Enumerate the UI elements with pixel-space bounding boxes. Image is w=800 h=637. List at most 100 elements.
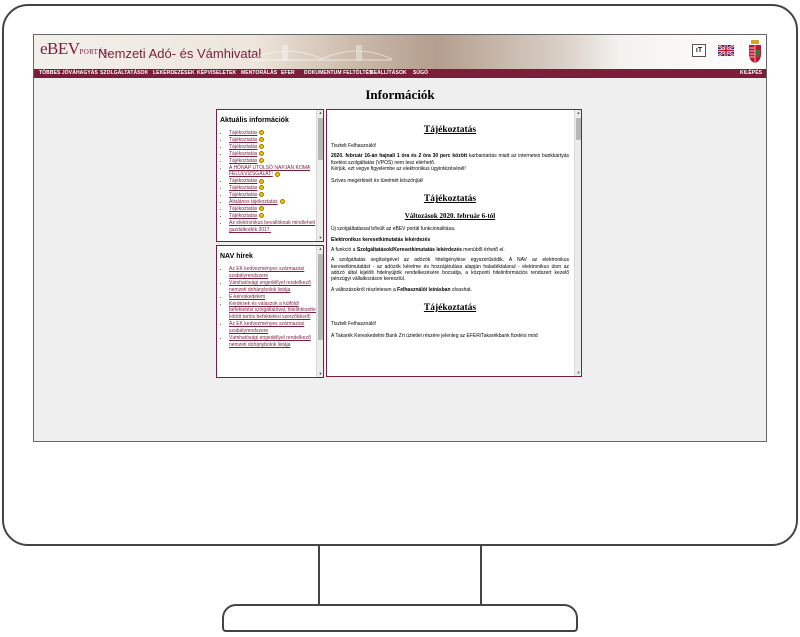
uk-flag-icon[interactable] xyxy=(718,45,734,56)
warning-icon xyxy=(259,143,265,149)
current-info-link[interactable]: Tájékoztatás xyxy=(229,137,323,144)
current-info-link[interactable]: A HÓNAP UTOLSÓ NAPJÁN KOMA FELÜLVIZSGÁLA… xyxy=(229,165,323,179)
info-content: Tájékoztatás Tisztelt Felhasználó! 2020.… xyxy=(327,125,581,339)
notice-2-p3-bold: Szolgáltatások/Keresetkimutatás lekérdez… xyxy=(356,247,462,254)
nav-news-scrollbar[interactable]: ▲ ▼ xyxy=(316,246,323,377)
notice-heading-1: Tájékoztatás xyxy=(423,125,477,135)
scroll-up-icon[interactable]: ▲ xyxy=(317,110,323,116)
info-content-panel: Tájékoztatás Tisztelt Felhasználó! 2020.… xyxy=(326,109,582,377)
menu-item-lekerdezesek[interactable]: LEKÉRDEZÉSEK xyxy=(153,69,195,78)
nav-news-link[interactable]: Az EK kedvezményes származási szabályren… xyxy=(229,266,323,280)
logo-main: eBEV xyxy=(40,39,80,58)
current-info-link[interactable]: Általános tájékoztatás xyxy=(229,199,323,206)
nav-news-link[interactable]: Kérdések és válaszok a külföldi befektet… xyxy=(229,301,323,322)
current-info-link[interactable]: Tájékoztatás xyxy=(229,130,323,137)
current-info-panel: Aktuális információk TájékoztatásTájékoz… xyxy=(216,109,324,242)
menu-item-beallitasok[interactable]: BEÁLLÍTÁSOK xyxy=(370,69,407,78)
scroll-down-icon[interactable]: ▼ xyxy=(575,370,581,376)
warning-icon xyxy=(259,157,265,163)
scroll-down-icon[interactable]: ▼ xyxy=(317,235,323,241)
current-info-link[interactable]: Tájékoztatás xyxy=(229,185,323,192)
monitor-stand-neck xyxy=(318,546,482,606)
nav-news-link[interactable]: E-kereskedelem xyxy=(229,294,323,301)
scroll-thumb[interactable] xyxy=(318,254,323,340)
chain-bridge-image xyxy=(252,45,392,61)
warning-icon xyxy=(259,137,265,143)
screen: eBEVPORTÁL Nemzeti Adó- és Vámhivatal ıT… xyxy=(33,34,767,442)
monitor-stand-base xyxy=(222,604,578,632)
scroll-up-icon[interactable]: ▲ xyxy=(575,110,581,116)
scroll-thumb[interactable] xyxy=(576,118,581,140)
current-info-heading: Aktuális információk xyxy=(220,117,289,124)
current-info-link-label: Az elektronikus bevallóknak mindlehett g… xyxy=(229,219,316,233)
menu-item-szolgaltatasok[interactable]: SZOLGÁLTATÁSOK xyxy=(100,69,148,78)
warning-icon xyxy=(259,206,265,212)
content-scrollbar[interactable]: ▲ ▼ xyxy=(574,110,581,376)
menu-item-dokumentum-feltoltes[interactable]: DOKUMENTUM FELTÖLTÉS xyxy=(304,69,372,78)
text-size-icon[interactable]: ıT xyxy=(692,44,706,57)
warning-icon xyxy=(259,213,265,219)
notice-1-bold: 2020. február 16-án hajnali 1 óra és 2 ó… xyxy=(331,153,468,160)
current-info-link[interactable]: Tájékoztatás xyxy=(229,144,323,151)
notice-2-p3-post: menüből érhető el. xyxy=(461,247,505,254)
menu-item-sugo[interactable]: SÚGÓ xyxy=(413,69,428,78)
notice-2-p5-post: olvashat. xyxy=(450,286,472,293)
current-info-link[interactable]: Az elektronikus bevallóknak mindlehett g… xyxy=(229,220,323,234)
notice-heading-3: Tájékoztatás xyxy=(423,302,477,313)
logout-button[interactable]: KILÉPÉS xyxy=(740,69,762,78)
notice-2-p5-pre: A változásokról részletesen a xyxy=(331,286,398,293)
notice-3-greeting: Tisztelt Felhasználó! xyxy=(331,320,377,327)
scroll-up-icon[interactable]: ▲ xyxy=(317,246,323,252)
current-info-link-label: Tájékoztatás xyxy=(229,143,258,150)
notice-1-line2: Kérjük, ezt vegye figyelembe az elektron… xyxy=(331,165,466,172)
notice-heading-2: Tájékoztatás xyxy=(423,194,477,205)
warning-icon xyxy=(279,199,285,205)
current-info-link[interactable]: Tájékoztatás xyxy=(229,206,323,213)
current-info-link[interactable]: Tájékoztatás xyxy=(229,151,323,158)
warning-icon xyxy=(274,171,280,177)
menu-item-tobbes-jovahagyas[interactable]: TÖBBES JÓVÁHAGYÁS xyxy=(39,69,98,78)
current-info-link[interactable]: Tájékoztatás xyxy=(229,178,323,185)
warning-icon xyxy=(259,192,265,198)
notice-2-p5: A változásokról részletesen a Felhasznál… xyxy=(331,287,569,293)
current-info-link-label: Tájékoztatás xyxy=(229,150,258,157)
menu-item-efer[interactable]: EFER xyxy=(281,69,295,78)
current-info-link[interactable]: Tájékoztatás xyxy=(229,158,323,165)
nav-news-link[interactable]: Vámhatósági engedéllyel rendelkező nemze… xyxy=(229,280,323,294)
current-info-scrollbar[interactable]: ▲ ▼ xyxy=(316,110,323,241)
notice-1-greeting: Tisztelt Felhasználó! xyxy=(331,143,377,149)
hungarian-crest-icon xyxy=(749,40,761,63)
nav-news-list: Az EK kedvezményes származási szabályren… xyxy=(217,266,323,349)
nav-news-heading: NAV hírek xyxy=(220,253,253,260)
current-info-link-label: Tájékoztatás xyxy=(229,192,258,199)
nav-news-panel: NAV hírek Az EK kedvezményes származási … xyxy=(216,245,324,378)
header: eBEVPORTÁL Nemzeti Adó- és Vámhivatal ıT xyxy=(34,35,766,69)
warning-icon xyxy=(259,130,265,136)
warning-icon xyxy=(259,150,265,156)
notice-2-p1: Új szolgáltatással bővült az eBEV portál… xyxy=(331,226,456,233)
current-info-link-label: Tájékoztatás xyxy=(229,178,258,185)
notice-2-bold: Elektronikus keresetkimutatás lekérdezés xyxy=(331,236,431,243)
notice-2-p5-bold: Felhasználói leírásban xyxy=(397,286,451,293)
notice-2-p3: A funkció a Szolgáltatások/Keresetkimuta… xyxy=(331,247,569,253)
notice-1-thanks: Szíves megértését és türelmét köszönjük! xyxy=(331,178,424,185)
current-info-link-label: Általános tájékoztatás xyxy=(229,199,278,206)
scroll-thumb[interactable] xyxy=(318,118,323,160)
menu-item-mentoralas[interactable]: MENTORÁLÁS xyxy=(241,69,277,78)
notice-2-p2: Elektronikus keresetkimutatás lekérdezés xyxy=(331,237,569,243)
current-info-link-label: Tájékoztatás xyxy=(229,205,258,212)
nav-news-link[interactable]: Vámhatósági engedéllyel rendelkező nemze… xyxy=(229,335,323,349)
menu-item-kepviseletek[interactable]: KÉPVISELETEK xyxy=(197,69,236,78)
notice-3-p1: A Takarék Kereskedelmi Bank Zrt üzletlei… xyxy=(331,333,538,340)
header-title: Nemzeti Adó- és Vámhivatal xyxy=(98,46,262,61)
current-info-list: TájékoztatásTájékoztatásTájékoztatásTájé… xyxy=(217,130,323,234)
current-info-link-label: Tájékoztatás xyxy=(229,130,258,136)
main-menu: TÖBBES JÓVÁHAGYÁS SZOLGÁLTATÁSOK LEKÉRDE… xyxy=(34,69,766,78)
current-info-link-label: A HÓNAP UTOLSÓ NAPJÁN KOMA FELÜLVIZSGÁLA… xyxy=(229,164,311,178)
notice-2-p4: A szolgáltatás segítségével az adózók hi… xyxy=(331,257,569,283)
notice-1-body: 2020. február 16-án hajnali 1 óra és 2 ó… xyxy=(331,153,569,172)
current-info-link-label: Tájékoztatás xyxy=(229,185,258,192)
scroll-down-icon[interactable]: ▼ xyxy=(317,371,323,377)
nav-news-link[interactable]: Az EK kedvezményes származási szabályren… xyxy=(229,321,323,335)
current-info-link[interactable]: Tájékoztatás xyxy=(229,213,323,220)
